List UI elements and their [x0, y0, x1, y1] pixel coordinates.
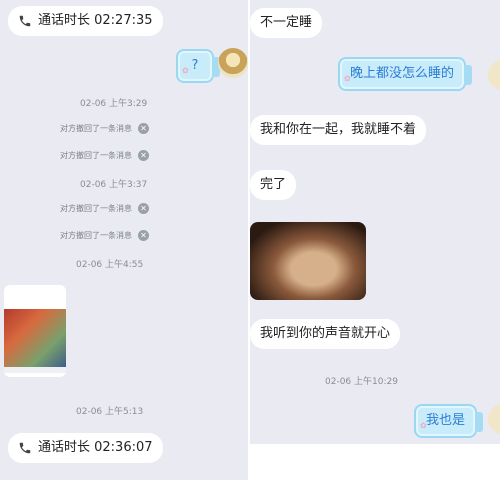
outgoing-bubble[interactable]: 晚上都没怎么睡的 ✿: [338, 57, 473, 91]
shared-link-card[interactable]: [4, 285, 66, 377]
incoming-bubble[interactable]: 我听到你的声音就开心: [250, 319, 401, 349]
recall-notice: 对方撤回了一条消息 ✕: [60, 230, 149, 241]
avatar[interactable]: [488, 404, 500, 434]
incoming-bubble[interactable]: 完了: [250, 170, 297, 200]
incoming-bubble[interactable]: 我和你在一起，我就睡不着: [250, 115, 427, 145]
timestamp: 02-06 上午4:55: [76, 260, 144, 270]
recall-notice: 对方撤回了一条消息 ✕: [60, 203, 149, 214]
message-text: 晚上都没怎么睡的: [350, 66, 455, 81]
incoming-bubble[interactable]: 不一定睡: [250, 8, 323, 38]
recall-notice: 对方撤回了一条消息 ✕: [60, 150, 149, 161]
close-circle-icon[interactable]: ✕: [138, 123, 149, 134]
avatar[interactable]: [488, 60, 500, 90]
left-chat-panel: 通话时长 02:27:35 ? ✿ 02-06 上午3:29 对方撤回了一条消息…: [0, 0, 248, 480]
call-duration-label: 通话时长 02:27:35: [38, 13, 153, 28]
message-text: 我也是: [426, 413, 466, 428]
call-duration-bubble-top[interactable]: 通话时长 02:27:35: [8, 6, 163, 36]
card-image: [4, 309, 66, 367]
close-circle-icon[interactable]: ✕: [138, 203, 149, 214]
timestamp: 02-06 上午3:37: [80, 180, 148, 190]
phone-icon: [19, 15, 31, 27]
outgoing-bubble[interactable]: 我也是 ✿: [414, 404, 484, 438]
close-circle-icon[interactable]: ✕: [138, 230, 149, 241]
message-text: 完了: [260, 177, 287, 192]
close-circle-icon[interactable]: ✕: [138, 150, 149, 161]
card-text: [4, 285, 66, 309]
card-footer: [4, 367, 66, 373]
flower-icon: ✿: [182, 66, 189, 75]
message-text: 我和你在一起，我就睡不着: [260, 122, 417, 137]
timestamp: 02-06 上午3:29: [80, 99, 148, 109]
call-duration-label: 通话时长 02:36:07: [38, 440, 153, 455]
message-text: ?: [191, 58, 199, 73]
flower-icon: ✿: [420, 421, 427, 430]
video-thumbnail[interactable]: [250, 222, 366, 300]
message-text: 不一定睡: [260, 15, 313, 30]
outgoing-bubble-question[interactable]: ? ✿: [176, 49, 220, 83]
message-text: 我听到你的声音就开心: [260, 326, 391, 341]
phone-icon: [19, 442, 31, 454]
avatar[interactable]: [218, 48, 248, 78]
flower-icon: ✿: [344, 74, 351, 83]
recall-notice: 对方撤回了一条消息 ✕: [60, 123, 149, 134]
bottle-cap-decoration: [475, 412, 484, 432]
call-duration-bubble-bottom[interactable]: 通话时长 02:36:07: [8, 433, 163, 463]
timestamp: 02-06 上午10:29: [325, 377, 398, 387]
right-chat-panel: 不一定睡 晚上都没怎么睡的 ✿ 我和你在一起，我就睡不着 完了 我听到你的声音就…: [250, 0, 500, 444]
bottle-cap-decoration: [464, 65, 473, 85]
timestamp: 02-06 上午5:13: [76, 407, 144, 417]
